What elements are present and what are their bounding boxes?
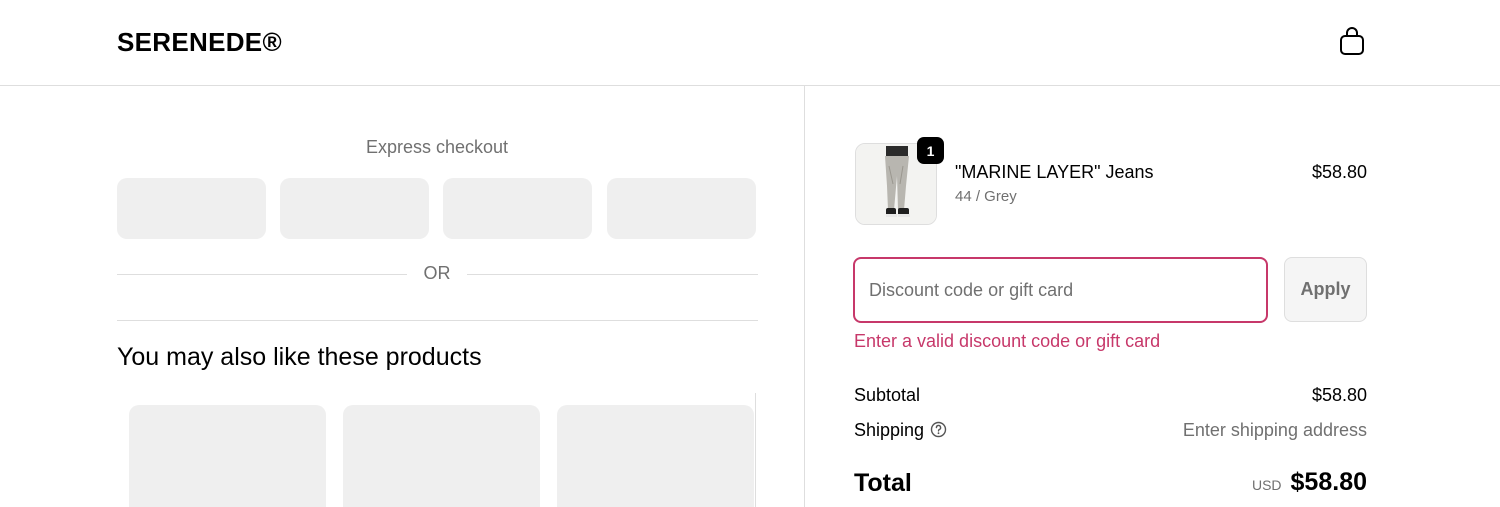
subtotal-value: $58.80 bbox=[1311, 385, 1367, 405]
subtotal-label: Subtotal bbox=[854, 385, 921, 405]
recommended-product-card[interactable] bbox=[129, 405, 326, 507]
express-pay-button-2[interactable] bbox=[280, 178, 429, 239]
section-divider bbox=[117, 320, 758, 321]
express-pay-button-1[interactable] bbox=[117, 178, 266, 239]
or-line-right bbox=[467, 274, 758, 275]
recommendations-title: You may also like these products bbox=[117, 343, 482, 371]
total-price: USD $58.80 bbox=[1252, 468, 1367, 497]
quantity-badge: 1 bbox=[917, 137, 944, 164]
column-divider bbox=[804, 86, 805, 507]
or-separator: OR bbox=[117, 262, 758, 286]
shipping-label: Shipping bbox=[854, 420, 925, 440]
product-name: "MARINE LAYER" Jeans bbox=[955, 162, 1154, 182]
product-price: $58.80 bbox=[1311, 162, 1367, 182]
total-amount: $58.80 bbox=[1290, 468, 1367, 496]
discount-error-message: Enter a valid discount code or gift card bbox=[854, 331, 1161, 351]
total-label: Total bbox=[854, 469, 912, 497]
recommended-product-card[interactable] bbox=[557, 405, 754, 507]
currency-code: USD bbox=[1251, 477, 1282, 493]
express-pay-button-4[interactable] bbox=[607, 178, 756, 239]
recommended-product-card[interactable] bbox=[343, 405, 540, 507]
shopping-bag-icon bbox=[1340, 27, 1364, 55]
shipping-value: Enter shipping address bbox=[1182, 420, 1367, 440]
product-variant: 44 / Grey bbox=[955, 188, 1017, 205]
express-pay-button-3[interactable] bbox=[443, 178, 592, 239]
cart-button[interactable] bbox=[1336, 24, 1368, 58]
or-line-left bbox=[117, 274, 407, 275]
express-checkout-title: Express checkout bbox=[365, 137, 509, 157]
site-header: SERENEDE® bbox=[0, 0, 1500, 86]
shipping-row: Shipping bbox=[854, 420, 947, 441]
brand-logo[interactable]: SERENEDE® bbox=[117, 27, 282, 58]
discount-code-input[interactable] bbox=[853, 257, 1268, 323]
carousel-edge bbox=[755, 393, 756, 507]
apply-discount-button[interactable]: Apply bbox=[1284, 257, 1367, 322]
or-label: OR bbox=[423, 263, 451, 283]
help-icon[interactable] bbox=[930, 421, 947, 438]
